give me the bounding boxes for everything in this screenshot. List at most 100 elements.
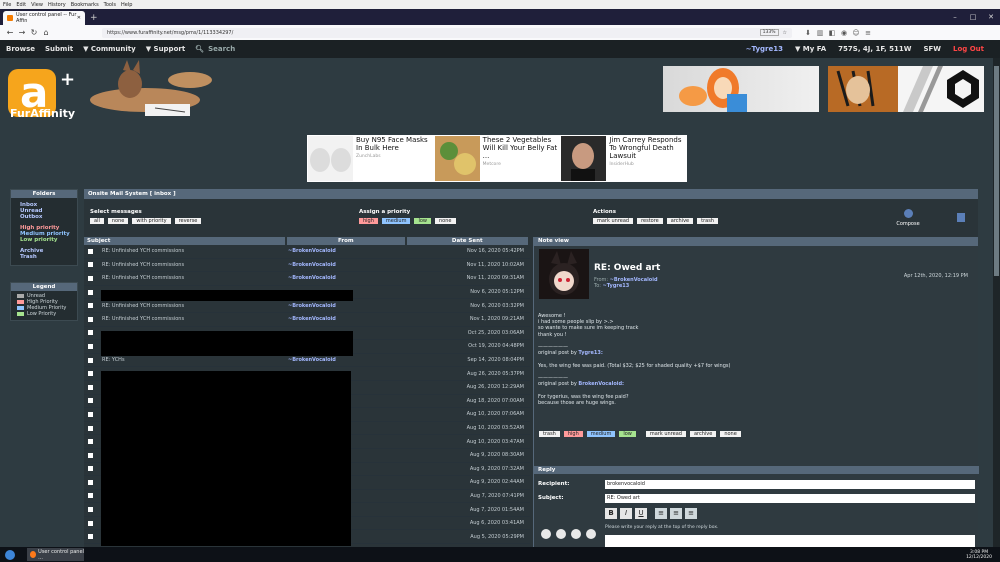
row-from[interactable]: ~BrokenVocaloid (288, 248, 416, 254)
nav-user[interactable]: ~Tygre13 (746, 45, 783, 53)
minimize-icon[interactable]: – (946, 13, 964, 21)
row-subject[interactable]: RE: Unfinished YCH commissions (102, 275, 288, 281)
select-none-button[interactable]: none (107, 218, 129, 224)
note-archive-button[interactable]: archive (689, 431, 717, 437)
avatar[interactable] (539, 249, 589, 299)
row-checkbox[interactable] (88, 439, 93, 445)
row-checkbox[interactable] (88, 384, 93, 390)
col-subject[interactable]: Subject (84, 237, 286, 245)
close-icon[interactable]: ✕ (77, 15, 81, 21)
nav-myfa[interactable]: ▼ My FA (795, 45, 826, 53)
nav-search[interactable]: Search (208, 45, 235, 53)
row-subject[interactable]: RE: Unfinished YCH commissions (102, 248, 288, 254)
mark-unread-button[interactable]: mark unread (593, 218, 634, 224)
page-scrollbar[interactable] (993, 58, 1000, 548)
scrollbar-thumb[interactable] (994, 66, 999, 276)
search-icon[interactable]: 🔍︎ (195, 45, 204, 53)
priority-high-button[interactable]: high (359, 218, 378, 224)
nav-stats[interactable]: 757S, 4J, 1F, 511W (838, 45, 911, 53)
back-icon[interactable]: ← (4, 28, 16, 37)
menu-history[interactable]: History (48, 2, 66, 8)
row-from[interactable]: ~BrokenVocaloid (288, 316, 416, 322)
note-mark-unread-button[interactable]: mark unread (645, 431, 686, 437)
row-checkbox[interactable] (88, 452, 93, 458)
menu-icon[interactable]: ≡ (862, 29, 874, 37)
select-all-button[interactable]: all (90, 218, 104, 224)
smiley-icon[interactable] (586, 529, 596, 539)
extension-icon[interactable]: ◉ (838, 29, 850, 37)
table-row[interactable]: RE: Unfinished YCH commissions ~BrokenVoc… (84, 313, 530, 327)
table-row[interactable]: RE: Unfinished YCH commissions ~BrokenVoc… (84, 299, 530, 313)
align-center-icon[interactable]: ≡ (670, 508, 682, 519)
align-left-icon[interactable]: ≡ (655, 508, 667, 519)
taskbar-item[interactable]: User control panel ... (27, 548, 84, 561)
subject-field[interactable]: RE: Owed art (605, 494, 975, 503)
row-checkbox[interactable] (88, 316, 93, 322)
priority-medium-button[interactable]: medium (381, 218, 411, 224)
row-from[interactable]: ~BrokenVocaloid (288, 262, 416, 268)
address-bar[interactable]: https://www.furaffinity.net/msg/pms/1/11… (102, 27, 792, 38)
row-checkbox[interactable] (88, 275, 93, 281)
restore-button[interactable]: restore (637, 218, 663, 224)
note-none-button[interactable]: none (720, 431, 741, 437)
priority-low-button[interactable]: low (414, 218, 432, 224)
row-checkbox[interactable] (88, 398, 93, 404)
new-tab-icon[interactable]: + (90, 13, 98, 23)
download-icon[interactable]: ⬇ (802, 29, 814, 37)
menu-bookmarks[interactable]: Bookmarks (71, 2, 99, 8)
note-trash-button[interactable]: trash (539, 431, 560, 437)
note-high-button[interactable]: high (563, 431, 583, 437)
col-date[interactable]: Date Sent (406, 237, 528, 245)
sidebar-icon[interactable]: ◧ (826, 29, 838, 37)
bookmark-star-icon[interactable]: ☆ (783, 30, 787, 36)
row-from[interactable]: ~BrokenVocaloid (288, 303, 416, 309)
banner-image-2[interactable] (828, 66, 984, 112)
menu-view[interactable]: View (31, 2, 43, 8)
ad-item[interactable]: Jim Carrey Responds To Wrongful Death La… (560, 135, 687, 182)
note-to[interactable]: ~Tygre13 (603, 283, 630, 289)
row-checkbox[interactable] (88, 343, 93, 349)
advertisement[interactable]: Buy N95 Face Masks In Bulk Here ZunchLabs… (307, 135, 687, 182)
library-icon[interactable]: ▥ (814, 29, 826, 37)
nav-submit[interactable]: Submit (45, 45, 73, 53)
row-checkbox[interactable] (88, 357, 93, 363)
row-checkbox[interactable] (88, 520, 93, 526)
recipient-field[interactable]: brokenvocaloid (605, 480, 975, 489)
row-checkbox[interactable] (88, 248, 93, 254)
smiley-icon[interactable] (541, 529, 551, 539)
ad-item[interactable]: These 2 Vegetables Will Kill Your Belly … (434, 135, 561, 182)
row-subject[interactable]: RE: Unfinished YCH commissions (102, 262, 288, 268)
nav-logout[interactable]: Log Out (953, 45, 984, 53)
menu-tools[interactable]: Tools (104, 2, 116, 8)
row-from[interactable]: ~BrokenVocaloid (288, 357, 416, 363)
quote-user[interactable]: BrokenVocaloid: (578, 381, 624, 387)
zoom-level[interactable]: 133% (759, 29, 779, 36)
nav-browse[interactable]: Browse (6, 45, 35, 53)
row-subject[interactable]: RE: Unfinished YCH commissions (102, 303, 288, 309)
note-low-button[interactable]: low (619, 431, 636, 437)
priority-none-button[interactable]: none (435, 218, 456, 224)
smiley-icon[interactable] (556, 529, 566, 539)
system-clock[interactable]: 3:08 PM 12/12/2020 (966, 550, 992, 560)
col-from[interactable]: From (287, 237, 405, 245)
banner-image-1[interactable] (663, 66, 819, 112)
ad-item[interactable]: Buy N95 Face Masks In Bulk Here ZunchLabs (307, 135, 434, 182)
home-icon[interactable]: ⌂ (40, 28, 52, 37)
table-row[interactable]: RE: Unfinished YCH commissions ~BrokenVoc… (84, 245, 530, 259)
row-checkbox[interactable] (88, 466, 93, 472)
row-checkbox[interactable] (88, 534, 93, 540)
row-checkbox[interactable] (88, 330, 93, 336)
folder-trash[interactable]: Trash (11, 254, 77, 260)
forward-icon[interactable]: → (16, 28, 28, 37)
archive-button[interactable]: archive (666, 218, 694, 224)
note-medium-button[interactable]: medium (586, 431, 616, 437)
row-from[interactable]: ~BrokenVocaloid (288, 275, 416, 281)
quote-user[interactable]: Tygre13: (578, 350, 602, 356)
trash-button[interactable]: trash (697, 218, 718, 224)
nav-community[interactable]: ▼ Community (83, 45, 136, 53)
table-row[interactable]: RE: Unfinished YCH commissions ~BrokenVoc… (84, 259, 530, 273)
row-subject[interactable]: RE: YCHs (102, 357, 288, 363)
underline-button[interactable]: U (635, 508, 647, 519)
notes-icon[interactable] (957, 213, 965, 222)
menu-help[interactable]: Help (121, 2, 132, 8)
